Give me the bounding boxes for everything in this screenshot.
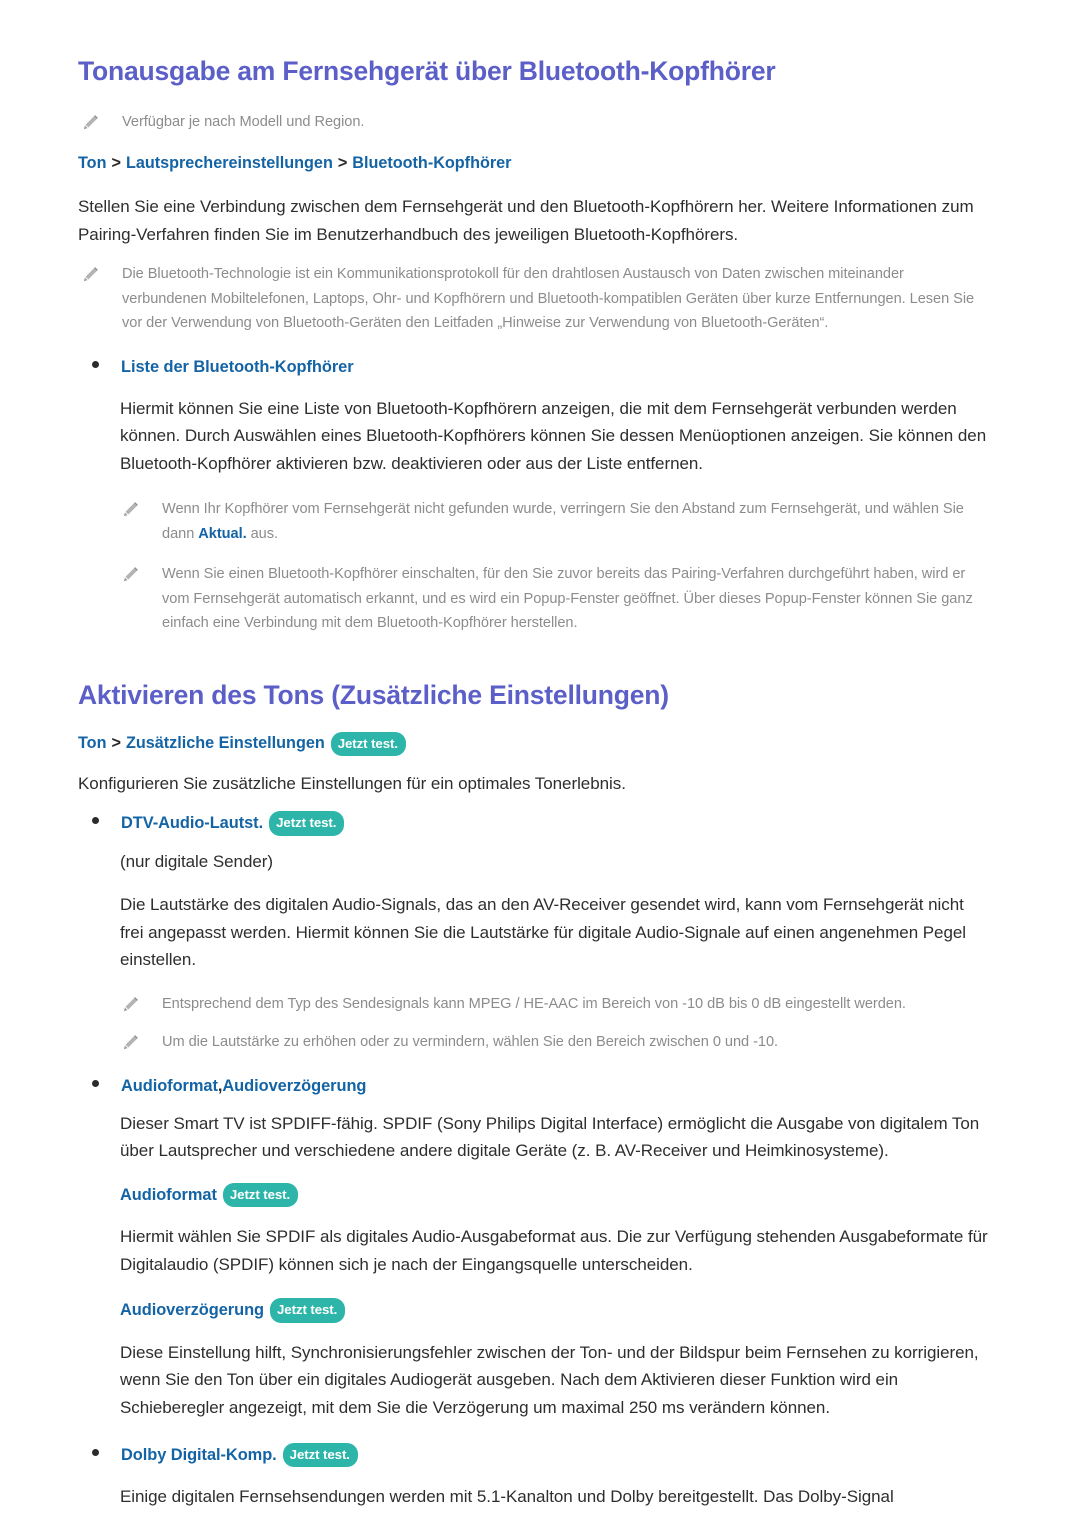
jetzt-test-badge[interactable]: Jetzt test. <box>222 1182 299 1208</box>
note-text-pre: Wenn Ihr Kopfhörer vom Fernsehgerät nich… <box>162 501 964 542</box>
bullet-dtv-audio-lautst[interactable]: DTV-Audio-Lautst. Jetzt test. <box>92 811 990 836</box>
breadcrumb-part-0[interactable]: Ton <box>78 152 106 175</box>
note-lautstaerke-bereich: Um die Lautstärke zu erhöhen oder zu ver… <box>122 1030 990 1055</box>
subheading-audioverzoegerung[interactable]: Audioverzögerung Jetzt test. <box>120 1298 990 1323</box>
note-text-post: aus. <box>246 525 278 542</box>
note-pairing-popup: Wenn Sie einen Bluetooth-Kopfhörer einsc… <box>122 562 990 636</box>
note-mpeg-he-aac-range-text: Entsprechend dem Typ des Sendesignals ka… <box>162 995 906 1012</box>
bullet-dot-icon <box>92 1079 99 1087</box>
breadcrumb-separator: > <box>111 154 121 173</box>
note-availability-text: Verfügbar je nach Modell und Region. <box>122 113 365 130</box>
breadcrumb-part-2[interactable]: Bluetooth-Kopfhörer <box>352 152 511 175</box>
bullet-label[interactable]: Liste der Bluetooth-Kopfhörer <box>121 358 354 377</box>
bullet-liste-der-bluetooth-kopfhoerer[interactable]: Liste der Bluetooth-Kopfhörer <box>92 358 990 377</box>
note-kopfhoerer-nicht-gefunden: Wenn Ihr Kopfhörer vom Fernsehgerät nich… <box>122 497 990 546</box>
paragraph-dolby-body: Einige digitalen Fernsehsendungen werden… <box>120 1487 894 1507</box>
breadcrumb-part-1[interactable]: Zusätzliche Einstellungen <box>126 732 325 755</box>
bullet-label[interactable]: DTV-Audio-Lautst. Jetzt test. <box>121 811 345 836</box>
breadcrumb-part-1[interactable]: Lautsprechereinstellungen <box>126 152 333 175</box>
subheading-audioformat-label: Audioformat <box>120 1185 217 1204</box>
bullet-label-text-part-2: Audioverzögerung <box>222 1076 367 1095</box>
jetzt-test-badge[interactable]: Jetzt test. <box>282 1443 358 1468</box>
bullet-dot-icon <box>92 1448 99 1456</box>
bullet-label[interactable]: Dolby Digital-Komp. Jetzt test. <box>121 1443 358 1468</box>
bullet-dolby-digital-komp[interactable]: Dolby Digital-Komp. Jetzt test. <box>92 1443 990 1468</box>
subheading-audioverzoegerung-label: Audioverzögerung <box>120 1300 264 1319</box>
manual-page: Tonausgabe am Fernsehgerät über Bluetoot… <box>0 0 1080 1527</box>
paragraph-audioformat-body: Hiermit wählen Sie SPDIF als digitales A… <box>120 1227 988 1274</box>
bullet-label-text: Liste der Bluetooth-Kopfhörer <box>121 357 354 376</box>
paragraph-dtv-body: Die Lautstärke des digitalen Audio-Signa… <box>120 895 966 970</box>
jetzt-test-badge[interactable]: Jetzt test. <box>270 1298 346 1323</box>
breadcrumb-section-1[interactable]: Ton > Lautsprechereinstellungen > Blueto… <box>78 152 990 175</box>
pencil-icon <box>82 114 100 132</box>
breadcrumb-section-2[interactable]: Ton > Zusätzliche Einstellungen Jetzt te… <box>78 731 990 756</box>
note-bluetooth-technology-text: Die Bluetooth-Technologie ist ein Kommun… <box>122 266 975 332</box>
note-lautstaerke-bereich-text: Um die Lautstärke zu erhöhen oder zu ver… <box>162 1034 779 1051</box>
pencil-icon <box>122 996 140 1014</box>
pencil-icon <box>122 1034 140 1052</box>
jetzt-test-badge[interactable]: Jetzt test. <box>269 811 345 836</box>
note-pairing-popup-text: Wenn Sie einen Bluetooth-Kopfhörer einsc… <box>162 566 973 632</box>
bullet-label-text: DTV-Audio-Lautst. <box>121 814 264 833</box>
note-emphasis-aktual: Aktual. <box>198 525 247 542</box>
pencil-icon <box>122 566 140 584</box>
subheading-audioformat[interactable]: Audioformat Jetzt test. <box>120 1182 990 1208</box>
breadcrumb-separator: > <box>337 154 348 173</box>
page-title-section-2: Aktivieren des Tons (Zusätzliche Einstel… <box>78 679 669 710</box>
note-mpeg-he-aac-range: Entsprechend dem Typ des Sendesignals ka… <box>122 992 990 1017</box>
jetzt-test-badge[interactable]: Jetzt test. <box>330 731 406 756</box>
page-title-section-1: Tonausgabe am Fernsehgerät über Bluetoot… <box>78 56 776 86</box>
note-availability: Verfügbar je nach Modell und Region. <box>82 110 990 135</box>
bullet-label-text: Dolby Digital-Komp. <box>121 1445 277 1464</box>
intro-paragraph-section-2: Konfigurieren Sie zusätzliche Einstellun… <box>78 773 626 793</box>
pencil-icon <box>82 266 100 284</box>
paragraph-liste-der-bluetooth-kopfhoerer: Hiermit können Sie eine Liste von Blueto… <box>120 398 987 473</box>
pencil-icon <box>122 501 140 519</box>
intro-paragraph-section-1: Stellen Sie eine Verbindung zwischen dem… <box>78 196 974 244</box>
paragraph-audioverzoegerung-body: Diese Einstellung hilft, Synchronisierun… <box>120 1342 979 1417</box>
note-kopfhoerer-nicht-gefunden-text: Wenn Ihr Kopfhörer vom Fernsehgerät nich… <box>162 497 990 546</box>
paragraph-spdif-intro: Dieser Smart TV ist SPDIFF-fähig. SPDIF … <box>120 1113 980 1161</box>
bullet-audioformat-audioverzoegerung[interactable]: Audioformat, Audioverzögerung <box>92 1077 990 1096</box>
paragraph-dtv-subnote: (nur digitale Sender) <box>120 851 273 871</box>
breadcrumb-separator: > <box>111 734 121 753</box>
breadcrumb-part-0[interactable]: Ton <box>78 732 106 755</box>
bullet-dot-icon <box>92 817 99 825</box>
bullet-label-text-part-1: Audioformat <box>121 1076 218 1095</box>
bullet-dot-icon <box>92 360 99 368</box>
note-bluetooth-technology: Die Bluetooth-Technologie ist ein Kommun… <box>82 262 990 336</box>
bullet-label[interactable]: Audioformat, Audioverzögerung <box>121 1077 366 1096</box>
